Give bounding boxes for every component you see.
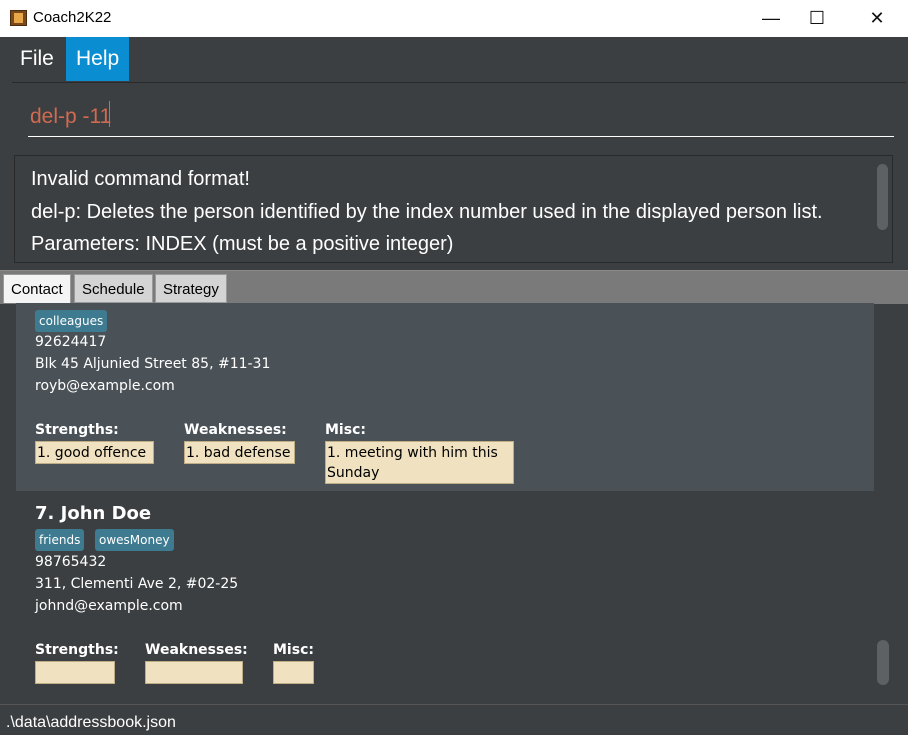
address: 311, Clementi Ave 2, #02-25 [35, 576, 239, 592]
close-button[interactable]: ✕ [854, 0, 900, 37]
tab-contact[interactable]: Contact [3, 274, 71, 303]
menu-file[interactable]: File [10, 37, 64, 81]
strengths-field [35, 661, 115, 684]
weaknesses-field [145, 661, 243, 684]
misc-label: Misc: [325, 422, 366, 438]
menu-bar: File Help [0, 37, 908, 81]
tab-bar: Contact Schedule Strategy [0, 270, 908, 304]
misc-label: Misc: [273, 642, 314, 658]
weaknesses-label: Weaknesses: [184, 422, 287, 438]
tab-schedule[interactable]: Schedule [74, 274, 153, 303]
weaknesses-label: Weaknesses: [145, 642, 248, 658]
title-bar: Coach2K22 — ☐ ✕ [0, 0, 908, 37]
app-icon [10, 10, 27, 26]
result-line: del-p: Deletes the person identified by … [31, 201, 823, 223]
weaknesses-field: 1. bad defense [184, 441, 295, 464]
address: Blk 45 Aljunied Street 85, #11-31 [35, 356, 271, 372]
tag: owesMoney [95, 529, 174, 551]
tag: colleagues [35, 310, 108, 332]
maximize-button[interactable]: ☐ [794, 0, 840, 37]
result-scrollbar[interactable] [877, 164, 888, 230]
text-cursor [109, 101, 110, 127]
person-card[interactable]: colleagues 92624417 Blk 45 Aljunied Stre… [16, 303, 874, 491]
window-title: Coach2K22 [33, 9, 112, 26]
minimize-icon: — [762, 8, 780, 28]
close-icon: ✕ [869, 8, 885, 28]
minimize-button[interactable]: — [748, 0, 794, 37]
misc-field: 1. meeting with him this Sunday [325, 441, 514, 484]
menu-help[interactable]: Help [66, 37, 130, 81]
status-bar: .\data\addressbook.json [0, 704, 908, 735]
command-input[interactable] [28, 97, 894, 137]
result-line: Parameters: INDEX (must be a positive in… [31, 233, 454, 255]
email: royb@example.com [35, 378, 175, 394]
list-scrollbar[interactable] [877, 640, 889, 685]
strengths-label: Strengths: [35, 422, 119, 438]
result-line: Invalid command format! [31, 168, 250, 190]
phone: 98765432 [35, 554, 107, 570]
tab-strategy[interactable]: Strategy [155, 274, 227, 303]
person-name: 7. John Doe [35, 503, 152, 524]
command-box [12, 82, 906, 151]
result-display: Invalid command format! del-p: Deletes t… [14, 155, 893, 263]
email: johnd@example.com [35, 598, 183, 614]
misc-field [273, 661, 314, 684]
person-list[interactable]: colleagues 92624417 Blk 45 Aljunied Stre… [16, 303, 874, 691]
file-path: .\data\addressbook.json [6, 714, 176, 731]
strengths-field: 1. good offence [35, 441, 154, 464]
tag: friends [35, 529, 85, 551]
strengths-label: Strengths: [35, 642, 119, 658]
maximize-icon: ☐ [808, 8, 826, 28]
phone: 92624417 [35, 334, 107, 350]
person-card[interactable]: 7. John Doe friends owesMoney 98765432 3… [16, 491, 874, 691]
